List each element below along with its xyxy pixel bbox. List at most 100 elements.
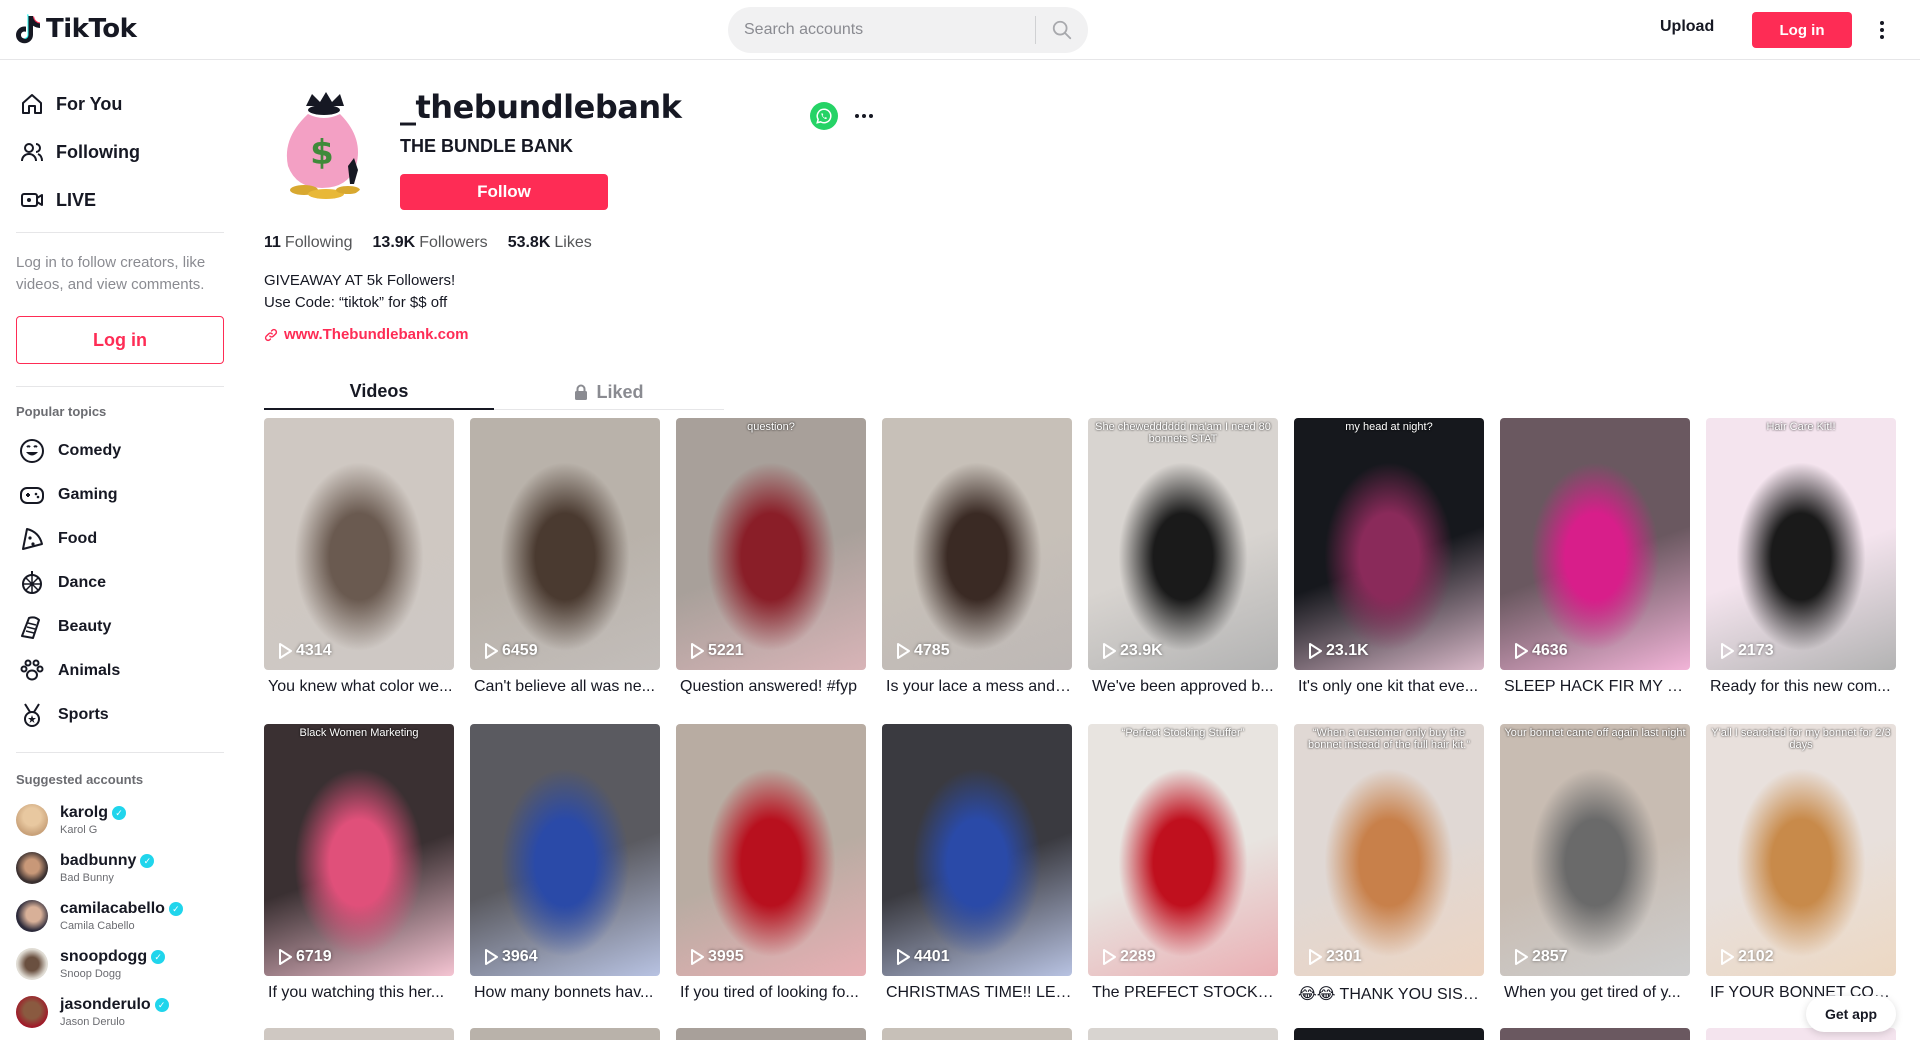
video-caption[interactable]: Question answered! #fyp [676, 678, 866, 696]
video-thumbnail-partial[interactable] [1500, 1028, 1690, 1040]
suggested-account[interactable]: karolg ✓ Karol G [16, 800, 127, 840]
topic-beauty[interactable]: Beauty [18, 612, 111, 642]
video-thumbnail[interactable]: 4785 [882, 418, 1072, 670]
video-card[interactable]: my head at night? 23.1K It's only one kit … [1294, 418, 1484, 696]
video-thumbnail-partial[interactable] [1088, 1028, 1278, 1040]
video-thumbnail[interactable]: 4314 [264, 418, 454, 670]
topic-food[interactable]: Food [18, 524, 97, 554]
video-caption[interactable]: The PREFECT STOCKIN... [1088, 984, 1278, 1002]
video-caption[interactable]: CHRISTMAS TIME!! LET... [882, 984, 1072, 1002]
nav-for-you[interactable]: For You [0, 80, 140, 128]
stat-likes: 53.8K Likes [507, 234, 592, 251]
video-caption[interactable]: Can't believe all was ne... [470, 678, 660, 696]
video-card[interactable]: Y'all I searched for my bonnet for 2/3 d… [1706, 724, 1896, 1002]
upload-button[interactable]: Upload [1660, 18, 1714, 36]
tab-liked[interactable]: Liked [494, 374, 724, 410]
video-thumbnail[interactable]: question? 5221 [676, 418, 866, 670]
video-caption[interactable]: We've been approved b... [1088, 678, 1278, 696]
view-count-text: 6719 [296, 948, 332, 965]
video-thumbnail[interactable]: “When a customer only buy the bonnet ins… [1294, 724, 1484, 976]
video-caption[interactable]: If you watching this her... [264, 984, 454, 1002]
video-thumbnail[interactable]: Hair Care Kit!! 2173 [1706, 418, 1896, 670]
video-thumbnail[interactable]: my head at night? 23.1K [1294, 418, 1484, 670]
suggested-account[interactable]: badbunny ✓ Bad Bunny [16, 848, 155, 888]
get-app-button[interactable]: Get app [1806, 996, 1896, 1032]
video-caption[interactable]: When you get tired of y... [1500, 984, 1690, 1002]
view-count-text: 4785 [914, 642, 950, 659]
video-card[interactable]: Black Women Marketing 6719 If you watching… [264, 724, 454, 1002]
stat-following: 11 Following [264, 234, 353, 251]
profile-more-icon[interactable] [852, 106, 876, 126]
video-thumbnail-partial[interactable] [676, 1028, 866, 1040]
video-caption[interactable]: SLEEP HACK FIR MY FI... [1500, 678, 1690, 696]
topic-sports[interactable]: Sports [18, 700, 109, 730]
video-card[interactable]: Hair Care Kit!! 2173 Ready for this new co… [1706, 418, 1896, 696]
play-icon [897, 643, 910, 659]
whatsapp-share-icon[interactable] [810, 102, 838, 130]
suggested-account[interactable]: jasonderulo ✓ Jason Derulo [16, 992, 169, 1032]
nav-live[interactable]: LIVE [0, 176, 140, 224]
video-thumbnail[interactable]: “Perfect Stocking Stuffer” 2289 [1088, 724, 1278, 976]
video-card[interactable]: Your bonnet came off again last night 285… [1500, 724, 1690, 1002]
video-card[interactable]: 4401 CHRISTMAS TIME!! LET... [882, 724, 1072, 1002]
video-thumbnail[interactable]: Your bonnet came off again last night 285… [1500, 724, 1690, 976]
video-caption[interactable]: You knew what color we... [264, 678, 454, 696]
topic-label: Beauty [58, 618, 112, 635]
video-caption[interactable]: How many bonnets hav... [470, 984, 660, 1002]
video-thumbnail[interactable]: 3995 [676, 724, 866, 976]
follow-button[interactable]: Follow [400, 174, 608, 210]
video-caption[interactable]: 😂😂 THANK YOU SIST... [1294, 984, 1484, 1004]
video-caption[interactable]: It's only one kit that eve... [1294, 678, 1484, 696]
tiktok-logo[interactable]: TikTok [16, 14, 137, 44]
more-options-icon[interactable] [1874, 14, 1890, 46]
video-card[interactable]: “When a customer only buy the bonnet ins… [1294, 724, 1484, 1004]
play-icon [897, 949, 910, 965]
profile-stats: 11 Following 13.9K Followers 53.8K Likes [264, 234, 592, 252]
video-thumbnail[interactable]: Black Women Marketing 6719 [264, 724, 454, 976]
account-handle: karolg [60, 804, 109, 821]
video-thumbnail[interactable]: She chewedddddd ma'am I need 80 bonnets … [1088, 418, 1278, 670]
video-thumbnail[interactable]: 6459 [470, 418, 660, 670]
video-card[interactable]: 6459 Can't believe all was ne... [470, 418, 660, 696]
topic-dance[interactable]: Dance [18, 568, 106, 598]
video-thumbnail[interactable]: 3964 [470, 724, 660, 976]
account-name: Jason Derulo [60, 1016, 125, 1028]
video-card[interactable]: question? 5221 Question answered! #fyp [676, 418, 866, 696]
search-input[interactable] [728, 7, 1035, 53]
video-thumbnail[interactable]: Y'all I searched for my bonnet for 2/3 d… [1706, 724, 1896, 976]
view-count-text: 3964 [502, 948, 538, 965]
video-card[interactable]: “Perfect Stocking Stuffer” 2289 The PREFEC… [1088, 724, 1278, 1002]
play-icon [485, 643, 498, 659]
header-login-button[interactable]: Log in [1752, 12, 1852, 48]
tab-videos[interactable]: Videos [264, 374, 494, 410]
video-card[interactable]: She chewedddddd ma'am I need 80 bonnets … [1088, 418, 1278, 696]
topic-animals[interactable]: Animals [18, 656, 120, 686]
video-card[interactable]: 4314 You knew what color we... [264, 418, 454, 696]
sidebar-login-button[interactable]: Log in [16, 316, 224, 364]
video-caption[interactable]: Ready for this new com... [1706, 678, 1896, 696]
video-thumbnail[interactable]: 4636 [1500, 418, 1690, 670]
nav-following[interactable]: Following [0, 128, 140, 176]
view-count-text: 4401 [914, 948, 950, 965]
video-thumbnail-partial[interactable] [882, 1028, 1072, 1040]
video-card[interactable]: 4785 Is your lace a mess and ... [882, 418, 1072, 696]
search-button[interactable] [1036, 7, 1088, 53]
video-card[interactable]: 4636 SLEEP HACK FIR MY FI... [1500, 418, 1690, 696]
view-count-text: 2289 [1120, 948, 1156, 965]
suggested-account[interactable]: camilacabello ✓ Camila Cabello [16, 896, 183, 936]
topic-gaming[interactable]: Gaming [18, 480, 118, 510]
verified-badge-icon: ✓ [168, 902, 183, 916]
profile-link-text: www.Thebundlebank.com [284, 326, 469, 343]
video-caption[interactable]: If you tired of looking fo... [676, 984, 866, 1002]
view-count: 4401 [896, 948, 950, 966]
topic-comedy[interactable]: Comedy [18, 436, 121, 466]
suggested-account[interactable]: snoopdogg ✓ Snoop Dogg [16, 944, 166, 984]
video-thumbnail-partial[interactable] [1294, 1028, 1484, 1040]
video-caption[interactable]: Is your lace a mess and ... [882, 678, 1072, 696]
video-card[interactable]: 3995 If you tired of looking fo... [676, 724, 866, 1002]
video-card[interactable]: 3964 How many bonnets hav... [470, 724, 660, 1002]
video-thumbnail[interactable]: 4401 [882, 724, 1072, 976]
video-thumbnail-partial[interactable] [264, 1028, 454, 1040]
profile-link[interactable]: www.Thebundlebank.com [264, 326, 468, 343]
video-thumbnail-partial[interactable] [470, 1028, 660, 1040]
